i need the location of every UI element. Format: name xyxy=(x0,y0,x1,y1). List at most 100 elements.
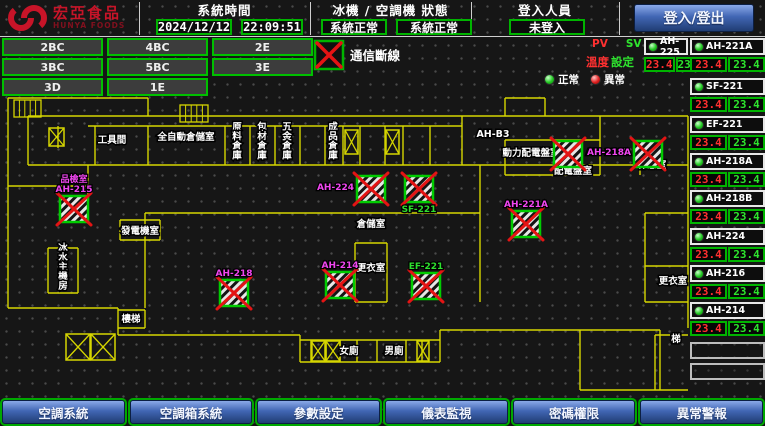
nav-button-密碼權限[interactable]: 密碼權限 xyxy=(513,400,636,424)
pv-sv-legend: PV SV xyxy=(592,38,642,50)
login-status: 未登入 xyxy=(509,19,585,35)
header-bottom-rule xyxy=(0,36,765,37)
zone-button-5bc[interactable]: 5BC xyxy=(107,58,208,76)
equipment-label: AH-218 xyxy=(215,269,252,279)
header-divider xyxy=(619,2,620,35)
room-label: 梯 xyxy=(671,333,681,345)
pv-value: 23.4 xyxy=(690,247,727,262)
room-label: 更衣室 xyxy=(659,275,688,287)
zone-button-3e[interactable]: 3E xyxy=(212,58,313,76)
normal-lamp-icon xyxy=(544,74,555,85)
unit-AH-214[interactable]: AH-214 xyxy=(690,302,765,319)
unit-label: EF-221 xyxy=(706,119,742,130)
zone-button-2e[interactable]: 2E xyxy=(212,38,313,56)
panel-empty-slot xyxy=(690,363,765,380)
sv-label: SV xyxy=(626,38,642,50)
unit-SF-221[interactable]: SF-221 xyxy=(690,78,765,95)
equipment-AH-214[interactable]: AH-214 xyxy=(321,261,358,301)
unit-status-lamp-icon xyxy=(694,120,704,130)
abnormal-legend: 異常 xyxy=(590,72,625,87)
nav-button-異常警報[interactable]: 異常警報 xyxy=(640,400,763,424)
unit-values-AH-224: 23.423.4 xyxy=(690,247,765,262)
hmi-screen: 宏亞食品 HUNYA FOODS 系統時間 2024/12/12 22:09:5… xyxy=(0,0,765,426)
pv-value: 23.4 xyxy=(690,97,727,112)
shaft-x-icon xyxy=(345,130,358,154)
nav-button-參數設定[interactable]: 參數設定 xyxy=(257,400,380,424)
zone-button-4bc[interactable]: 4BC xyxy=(107,38,208,56)
unit-AH-218B[interactable]: AH-218B xyxy=(690,190,765,207)
nav-button-空調系統[interactable]: 空調系統 xyxy=(2,400,125,424)
sv-value: 23.4 xyxy=(728,97,765,112)
stairs-icon xyxy=(14,100,41,117)
room-label: 冰水主機房 xyxy=(58,242,68,292)
room-label: 工具間 xyxy=(98,134,127,146)
brand-logo: 宏亞食品 HUNYA FOODS xyxy=(6,2,125,34)
chiller-status: 系統正常 xyxy=(321,19,387,35)
unit-label: AH-218B xyxy=(706,193,752,204)
equipment-SF-221[interactable]: SF-221 xyxy=(402,173,437,215)
brand-name: 宏亞食品 xyxy=(53,6,125,21)
normal-label: 正常 xyxy=(558,72,579,87)
equipment-label: AH-224 xyxy=(317,183,354,193)
sv-value: 23.4 xyxy=(728,135,765,150)
room-label: 更衣室 xyxy=(357,262,386,274)
unit-status-lamp-icon xyxy=(694,269,704,279)
unit-AH-218A[interactable]: AH-218A xyxy=(690,153,765,170)
unit-label: AH-221A xyxy=(706,41,752,52)
unit-status-lamp-icon xyxy=(648,42,658,52)
unit-AH-224[interactable]: AH-224 xyxy=(690,228,765,245)
equipment-AH-218[interactable]: AH-218 xyxy=(215,269,252,309)
unit-AH-225[interactable]: AH-225 xyxy=(644,38,688,55)
temp-label: 溫度 xyxy=(586,54,609,70)
sv-value: 23.4 xyxy=(728,172,765,187)
unit-label: AH-214 xyxy=(706,305,745,316)
unit-values-AH-218A: 23.423.4 xyxy=(690,172,765,187)
pv-value: 23.4 xyxy=(690,321,727,336)
sv-value: 23.4 xyxy=(728,209,765,224)
nav-button-空調箱系統[interactable]: 空調箱系統 xyxy=(130,400,253,424)
equipment-label: AH-218A xyxy=(587,148,631,158)
comm-loss-label: 通信斷線 xyxy=(350,45,400,64)
ahu-status: 系統正常 xyxy=(396,19,472,35)
abnormal-lamp-icon xyxy=(590,74,601,85)
zone-button-3bc[interactable]: 3BC xyxy=(2,58,103,76)
room-label: 倉儲室 xyxy=(356,218,386,230)
unit-label: AH-225 xyxy=(660,36,686,58)
room-label: 發電機室 xyxy=(120,225,160,237)
room-label: 女廁 xyxy=(339,345,359,357)
system-time-value: 22:09:51 xyxy=(241,19,303,35)
room-label: AH-B3 xyxy=(476,129,509,140)
set-label: 設定 xyxy=(611,54,634,70)
sv-value: 23.4 xyxy=(728,284,765,299)
unit-status-lamp-icon xyxy=(694,232,704,242)
room-label: 成品倉庫 xyxy=(327,121,338,162)
shaft-x-icon xyxy=(326,341,340,361)
nav-button-儀表監視[interactable]: 儀表監視 xyxy=(385,400,508,424)
unit-AH-221A[interactable]: AH-221A xyxy=(690,38,765,55)
equipment-AH-221A[interactable]: AH-221A xyxy=(504,200,548,240)
shaft-x-icon xyxy=(49,128,64,146)
unit-values-AH-225: 23.423.4 xyxy=(644,57,688,72)
panel-empty-slot xyxy=(690,342,765,359)
header: 宏亞食品 HUNYA FOODS 系統時間 2024/12/12 22:09:5… xyxy=(0,0,765,36)
normal-legend: 正常 xyxy=(544,72,579,87)
unit-status-lamp-icon xyxy=(694,42,704,52)
login-logout-button[interactable]: 登入/登出 xyxy=(634,4,754,32)
equipment-EF-221[interactable]: EF-221 xyxy=(409,262,444,302)
equipment-label: AH-215 xyxy=(55,185,92,195)
unit-EF-221[interactable]: EF-221 xyxy=(690,116,765,133)
unit-values-SF-221: 23.423.4 xyxy=(690,97,765,112)
equipment-AH-224[interactable]: AH-224 xyxy=(317,173,388,205)
unit-values-EF-221: 23.423.4 xyxy=(690,135,765,150)
hunya-logo-icon xyxy=(6,2,48,34)
pv-value: 23.4 xyxy=(690,135,727,150)
unit-label: SF-221 xyxy=(706,81,743,92)
equipment-AH-215[interactable]: 品檢室AH-215 xyxy=(55,173,92,225)
unit-AH-216[interactable]: AH-216 xyxy=(690,265,765,282)
zone-button-2bc[interactable]: 2BC xyxy=(2,38,103,56)
sv-value: 23.4 xyxy=(728,321,765,336)
abnormal-label: 異常 xyxy=(604,72,625,87)
sv-value: 23.4 xyxy=(728,247,765,262)
room-label: 男廁 xyxy=(384,345,404,357)
brand-name-en: HUNYA FOODS xyxy=(53,21,125,30)
